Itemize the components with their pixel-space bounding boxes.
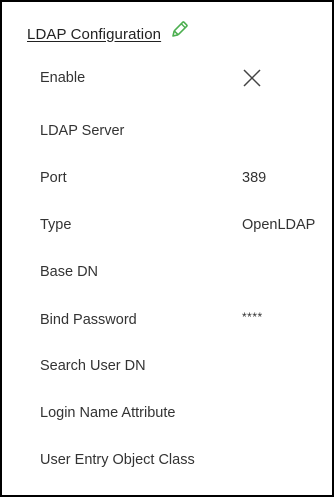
port-label: Port	[40, 170, 67, 186]
bind-password-label: Bind Password	[40, 312, 137, 328]
ldap-configuration-panel: LDAP Configuration Enable LDAP Server Po…	[0, 0, 334, 497]
field-row-port: Port 389	[40, 166, 332, 190]
field-row-search-user-dn: Search User DN	[40, 354, 332, 378]
field-row-ldap-server: LDAP Server	[40, 119, 332, 143]
port-value: 389	[242, 170, 267, 186]
panel-header: LDAP Configuration	[27, 21, 189, 44]
close-icon[interactable]	[242, 68, 262, 88]
login-name-attribute-label: Login Name Attribute	[40, 405, 176, 421]
enable-label: Enable	[40, 70, 86, 86]
user-entry-object-class-label: User Entry Object Class	[40, 452, 195, 468]
pencil-icon[interactable]	[169, 20, 189, 40]
field-row-bind-password: Bind Password ****	[40, 308, 332, 332]
base-dn-label: Base DN	[40, 264, 99, 280]
field-row-user-entry-object-class: User Entry Object Class	[40, 448, 332, 472]
search-user-dn-label: Search User DN	[40, 358, 146, 374]
ldap-server-label: LDAP Server	[40, 123, 125, 139]
field-row-login-name-attribute: Login Name Attribute	[40, 401, 332, 425]
ldap-configuration-title[interactable]: LDAP Configuration	[27, 26, 161, 43]
field-row-type: Type OpenLDAP	[40, 213, 332, 237]
type-label: Type	[40, 217, 72, 233]
field-row-base-dn: Base DN	[40, 260, 332, 284]
field-row-enable: Enable	[40, 66, 332, 90]
bind-password-value: ****	[242, 310, 263, 324]
type-value: OpenLDAP	[242, 217, 316, 233]
